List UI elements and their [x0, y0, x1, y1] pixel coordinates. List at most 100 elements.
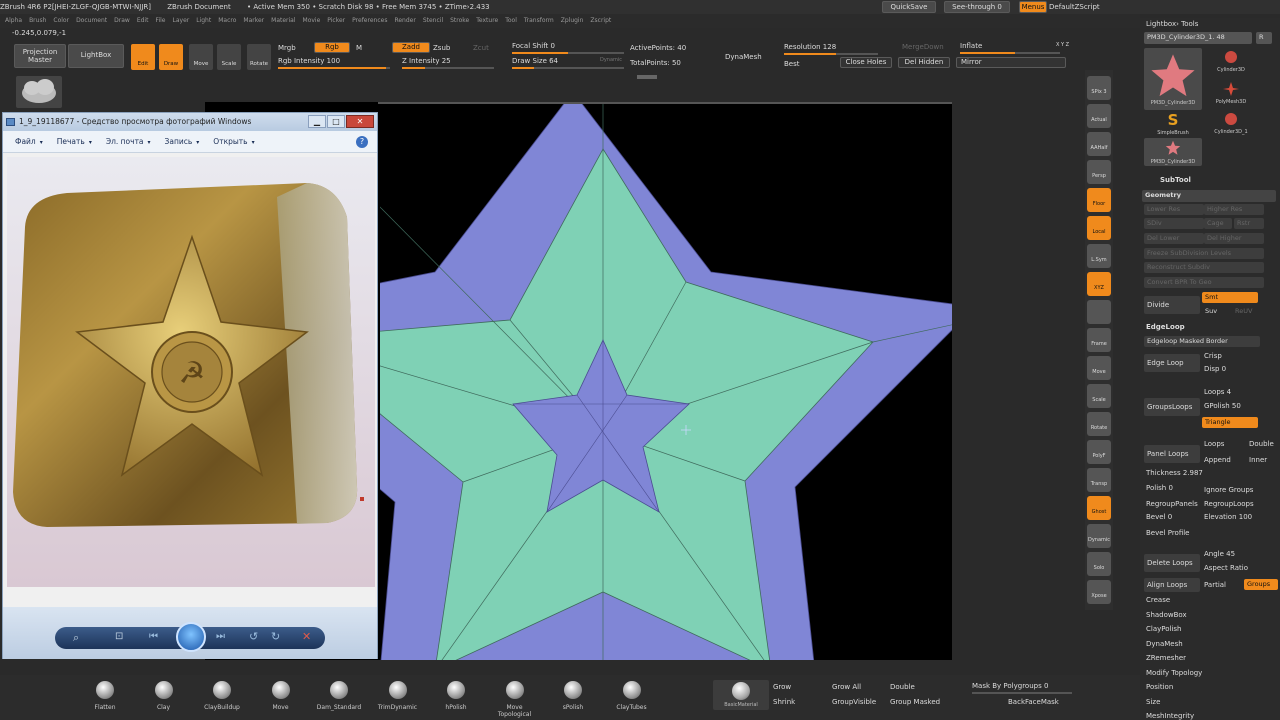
del-hidden-button[interactable]: Del Hidden [898, 57, 950, 68]
groups-toggle[interactable]: Groups [1244, 579, 1278, 590]
resolution-slider[interactable]: Resolution 128 [784, 43, 836, 51]
next-icon[interactable]: ⏭ [216, 631, 225, 642]
group-visible-button[interactable]: GroupVisible [832, 698, 876, 706]
subtool-header[interactable]: SubTool [1160, 176, 1191, 184]
zcut-button[interactable]: Zcut [473, 44, 489, 52]
del-higher-button[interactable]: Del Higher [1204, 233, 1264, 244]
freeze-subdiv-button[interactable]: Freeze SubDivision Levels [1144, 248, 1264, 259]
menu-tool[interactable]: Tool [505, 17, 517, 24]
shelf-button-l-sym[interactable]: L.Sym [1087, 244, 1111, 268]
r-button[interactable]: R [1256, 32, 1272, 44]
align-loops-button[interactable]: Align Loops [1144, 578, 1200, 592]
gpolish-slider[interactable]: GPolish 50 [1204, 402, 1241, 410]
section-meshintegrity[interactable]: MeshIntegrity [1146, 712, 1194, 720]
rgb-intensity-track[interactable] [278, 67, 390, 69]
crisp-toggle[interactable]: Crisp [1204, 352, 1222, 360]
close-button[interactable]: ✕ [346, 115, 374, 128]
menu-stencil[interactable]: Stencil [423, 17, 443, 24]
rotate-ccw-icon[interactable]: ↺ [249, 630, 258, 643]
regroup-panels-toggle[interactable]: RegroupPanels [1146, 500, 1198, 508]
del-lower-button[interactable]: Del Lower [1144, 233, 1204, 244]
section-modify-topology[interactable]: Modify Topology [1146, 669, 1202, 677]
lower-res-button[interactable]: Lower Res [1144, 204, 1204, 215]
photo-viewer-titlebar[interactable]: 1_9_19118677 - Средство просмотра фотогр… [3, 113, 377, 131]
regroup-loops-toggle[interactable]: RegroupLoops [1204, 500, 1254, 508]
panel-loops-button[interactable]: Panel Loops [1144, 445, 1200, 463]
actual-size-icon[interactable]: ⊡ [115, 631, 123, 642]
grow-button[interactable]: Grow [773, 683, 791, 691]
move-mode-button[interactable]: Move [189, 44, 213, 70]
tool-thumb-simplebrush[interactable]: S SimpleBrush [1144, 110, 1202, 138]
higher-res-button[interactable]: Higher Res [1204, 204, 1264, 215]
close-holes-button[interactable]: Close Holes [840, 57, 892, 68]
shelf-button-dynamic[interactable]: Dynamic [1087, 524, 1111, 548]
inner-toggle[interactable]: Inner [1249, 456, 1267, 464]
photo-menu-item[interactable]: Запись [165, 137, 193, 146]
elevation-slider[interactable]: Elevation 100 [1204, 513, 1252, 521]
mergedown-button[interactable]: MergeDown [902, 43, 944, 51]
draw-size-slider[interactable]: Draw Size 64 [512, 57, 558, 65]
see-through-slider[interactable]: See-through 0 [944, 1, 1010, 13]
scale-mode-button[interactable]: Scale [217, 44, 241, 70]
bevel-profile-button[interactable]: Bevel Profile [1146, 529, 1190, 537]
quicksave-button[interactable]: QuickSave [882, 1, 936, 13]
menu-macro[interactable]: Macro [218, 17, 236, 24]
menu-brush[interactable]: Brush [29, 17, 46, 24]
section-crease[interactable]: Crease [1146, 596, 1170, 604]
menu-edit[interactable]: Edit [137, 17, 149, 24]
double-button[interactable]: Double [890, 683, 915, 691]
double-toggle[interactable]: Double [1249, 440, 1274, 448]
brush-claytubes[interactable]: ClayTubes [607, 681, 657, 711]
backface-mask-button[interactable]: BackFaceMask [1008, 698, 1059, 706]
shelf-button-persp[interactable]: Persp [1087, 160, 1111, 184]
menu-alpha[interactable]: Alpha [5, 17, 22, 24]
alpha-thumbnail[interactable] [16, 76, 62, 108]
loops-slider[interactable]: Loops 4 [1204, 388, 1231, 396]
divide-button[interactable]: Divide [1144, 296, 1200, 314]
rotate-mode-button[interactable]: Rotate [247, 44, 271, 70]
rstr-button[interactable]: Rstr [1234, 218, 1264, 229]
shelf-button-ghost[interactable]: Ghost [1087, 496, 1111, 520]
lightbox-tools-label[interactable]: Lightbox› Tools [1146, 20, 1198, 28]
menu-render[interactable]: Render [394, 17, 415, 24]
grow-all-button[interactable]: Grow All [832, 683, 861, 691]
menu-picker[interactable]: Picker [327, 17, 345, 24]
bevel-slider[interactable]: Bevel 0 [1146, 513, 1172, 521]
zsub-button[interactable]: Zsub [433, 44, 450, 52]
shelf-button-solo[interactable]: Solo [1087, 552, 1111, 576]
slideshow-button[interactable] [176, 622, 206, 652]
cage-button[interactable]: Cage [1204, 218, 1232, 229]
photo-menu-item[interactable]: Печать [57, 137, 85, 146]
toolbar-scroll-handle[interactable] [637, 75, 657, 79]
shelf-button-actual[interactable]: Actual [1087, 104, 1111, 128]
mirror-button[interactable]: Mirror [956, 57, 1066, 68]
aspect-ratio-slider[interactable]: Aspect Ratio [1204, 564, 1248, 572]
focal-shift-track[interactable] [512, 52, 624, 54]
tool-thumb-pm3d-cylinder3d[interactable]: PM3D_Cylinder3D [1144, 48, 1202, 110]
polish-slider[interactable]: Polish 0 [1146, 484, 1173, 492]
photo-menu-item[interactable]: Эл. почта [106, 137, 144, 146]
menu-color[interactable]: Color [53, 17, 69, 24]
draw-size-track[interactable] [512, 67, 624, 69]
defaultzscript-button[interactable]: DefaultZScript [1049, 3, 1100, 11]
material-button[interactable]: BasicMaterial [713, 680, 769, 710]
tool-thumb-cylinder3d-1[interactable]: Cylinder3D_1 [1202, 110, 1260, 138]
minimize-button[interactable]: ▁ [308, 115, 326, 128]
resolution-track[interactable] [784, 53, 878, 55]
reconstruct-subdiv-button[interactable]: Reconstruct Subdiv [1144, 262, 1264, 273]
reuv-toggle[interactable]: ReUV [1232, 306, 1260, 317]
lightbox-button[interactable]: LightBox [68, 44, 124, 68]
edgeloop-masked-border-button[interactable]: Edgeloop Masked Border [1144, 336, 1260, 347]
xyz-toggle[interactable]: X Y Z [1056, 42, 1069, 48]
section-claypolish[interactable]: ClayPolish [1146, 625, 1182, 633]
menu-marker[interactable]: Marker [243, 17, 264, 24]
shelf-button-xpose[interactable]: Xpose [1087, 580, 1111, 604]
shelf-button-polyf[interactable]: PolyF [1087, 440, 1111, 464]
shrink-button[interactable]: Shrink [773, 698, 795, 706]
zadd-button[interactable]: Zadd [392, 42, 430, 53]
best-button[interactable]: Best [784, 60, 800, 68]
zoom-icon[interactable]: ⌕ [73, 631, 79, 645]
convert-bpr-button[interactable]: Convert BPR To Geo [1144, 277, 1264, 288]
shelf-button-frame[interactable]: Frame [1087, 328, 1111, 352]
shelf-button-transp[interactable]: Transp [1087, 468, 1111, 492]
